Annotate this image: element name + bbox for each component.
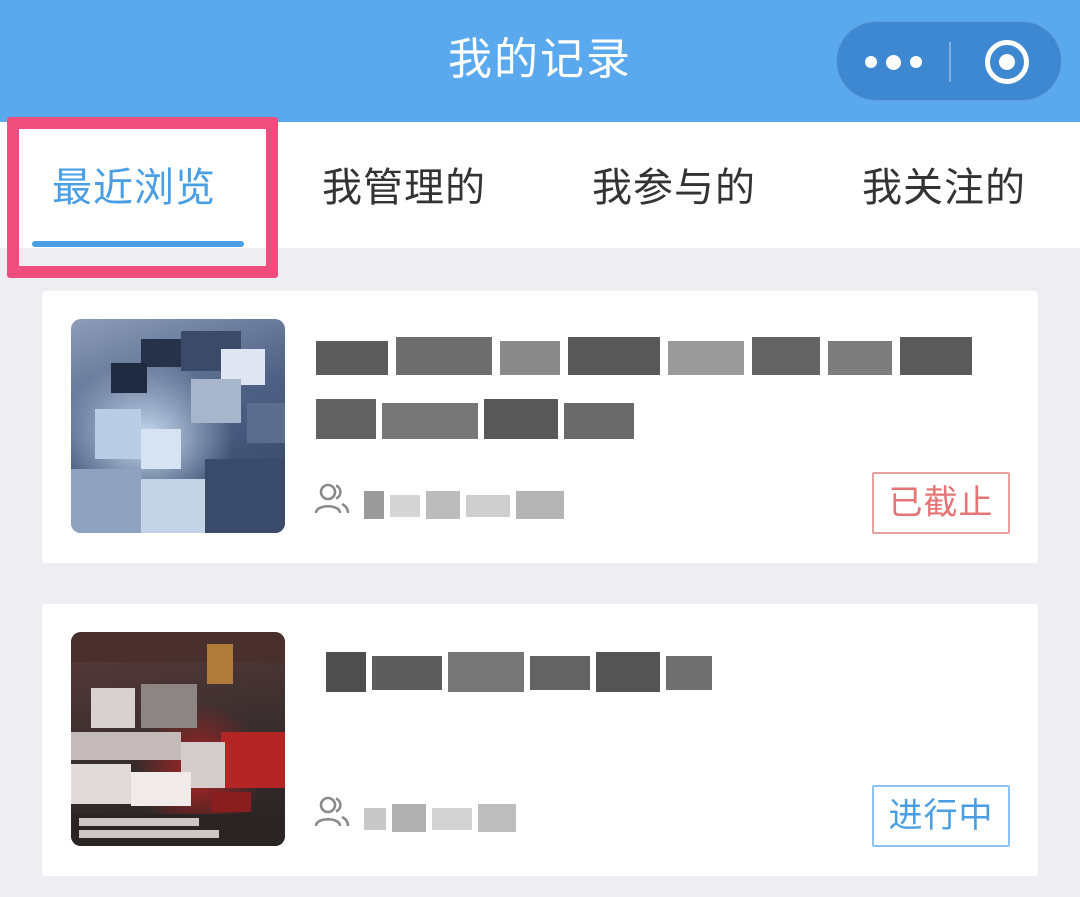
- more-dots-icon-right: [909, 56, 922, 68]
- activity-card[interactable]: 已截止: [42, 291, 1038, 563]
- status-badge-closed: 已截止: [872, 472, 1010, 534]
- activity-thumbnail: [71, 632, 285, 846]
- activity-thumbnail: [71, 319, 285, 533]
- tab-followed[interactable]: 我关注的: [862, 160, 1026, 216]
- annotation-highlight-box: [7, 117, 278, 278]
- activity-card[interactable]: 进行中: [42, 604, 1038, 876]
- tab-joined[interactable]: 我参与的: [592, 160, 756, 216]
- more-dots-icon: [864, 56, 877, 68]
- capsule-close-icon: [985, 40, 1029, 84]
- navigation-bar: 我的记录: [0, 0, 1080, 122]
- people-icon: [314, 483, 350, 514]
- status-badge-ongoing: 进行中: [872, 785, 1010, 847]
- tab-managed[interactable]: 我管理的: [322, 160, 486, 216]
- people-icon: [314, 796, 350, 827]
- close-button[interactable]: [951, 22, 1063, 102]
- more-button[interactable]: [837, 22, 949, 102]
- menu-capsule: [836, 21, 1062, 101]
- more-dots-icon-center: [885, 54, 901, 70]
